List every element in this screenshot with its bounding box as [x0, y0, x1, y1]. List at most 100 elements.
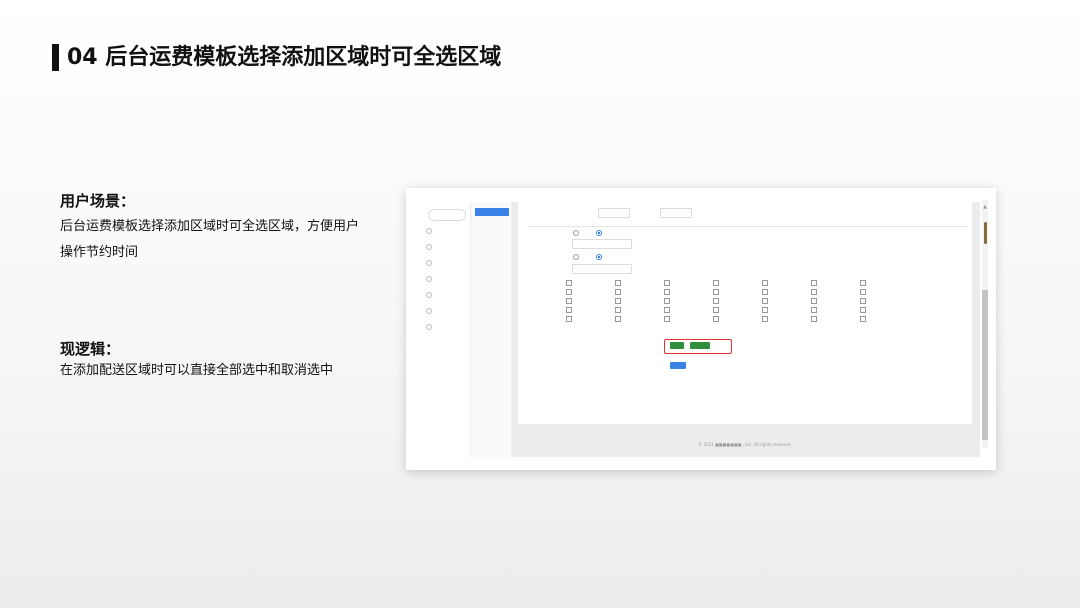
sidebar-item[interactable] [426, 292, 435, 298]
checkbox-icon [566, 289, 572, 295]
submenu-item[interactable] [475, 268, 509, 276]
free-shipping-no[interactable] [596, 230, 604, 236]
region-checkbox[interactable] [713, 316, 721, 322]
checkbox-icon [713, 316, 719, 322]
region-checkbox[interactable] [615, 307, 623, 313]
region-checkbox[interactable] [566, 289, 574, 295]
checkbox-icon [615, 289, 621, 295]
region-checkbox[interactable] [860, 316, 868, 322]
region-checkbox[interactable] [664, 298, 672, 304]
region-checkbox[interactable] [713, 289, 721, 295]
checkbox-icon [664, 316, 670, 322]
submit-button[interactable] [670, 362, 686, 369]
enabled-option[interactable] [573, 254, 581, 260]
sidebar-search-input[interactable] [428, 209, 466, 221]
checkbox-icon [762, 298, 768, 304]
region-checkbox[interactable] [664, 280, 672, 286]
region-checkbox[interactable] [762, 280, 770, 286]
checkbox-icon [664, 298, 670, 304]
free-shipping-yes[interactable] [573, 230, 581, 236]
region-checkbox[interactable] [860, 307, 868, 313]
region-checkbox[interactable] [762, 289, 770, 295]
sidebar-item[interactable] [426, 244, 435, 250]
region-checkbox[interactable] [860, 280, 868, 286]
region-checkbox[interactable] [860, 289, 868, 295]
region-checkbox[interactable] [664, 289, 672, 295]
submenu-item[interactable] [475, 232, 509, 240]
menu-icon [426, 308, 432, 314]
region-checkbox[interactable] [713, 307, 721, 313]
region-checkbox[interactable] [860, 298, 868, 304]
submenu-item[interactable] [475, 208, 509, 216]
region-checkbox[interactable] [811, 298, 819, 304]
radio-icon [573, 230, 579, 236]
region-checkbox[interactable] [566, 298, 574, 304]
region-checkbox[interactable] [615, 280, 623, 286]
region-checkbox[interactable] [664, 307, 672, 313]
submenu-item[interactable] [475, 256, 509, 264]
primary-sidebar [420, 202, 470, 457]
checkbox-icon [762, 280, 768, 286]
amount-input[interactable] [572, 239, 632, 249]
scroll-up-arrow-icon[interactable]: ▲ [983, 204, 987, 210]
scrollbar-thumb[interactable] [982, 290, 988, 440]
sidebar-item[interactable] [426, 308, 435, 314]
sidebar-item[interactable] [426, 228, 435, 234]
region-checkbox[interactable] [566, 307, 574, 313]
checkbox-icon [811, 289, 817, 295]
menu-icon [426, 324, 432, 330]
submenu-item[interactable] [475, 244, 509, 252]
menu-icon [426, 292, 432, 298]
checkbox-icon [566, 316, 572, 322]
sidebar-item[interactable] [426, 276, 435, 282]
title-accent-bar [52, 44, 59, 71]
region-checkbox[interactable] [615, 298, 623, 304]
radio-checked-icon [596, 230, 602, 236]
checkbox-icon [664, 280, 670, 286]
checkbox-icon [566, 307, 572, 313]
menu-icon [426, 260, 432, 266]
submenu-item[interactable] [475, 220, 509, 228]
checkbox-icon [811, 280, 817, 286]
scenario-body: 后台运费模板选择添加区域时可全选区域，方便用户操作节约时间 [60, 219, 360, 260]
region-checkbox[interactable] [811, 280, 819, 286]
region-checkbox[interactable] [762, 298, 770, 304]
checkbox-icon [811, 316, 817, 322]
region-checkbox[interactable] [566, 316, 574, 322]
checkbox-icon [566, 298, 572, 304]
checkbox-icon [713, 280, 719, 286]
slide-title: 04 后台运费模板选择添加区域时可全选区域 [67, 45, 502, 70]
admin-window: © 2021 ■■■■■■■ , Inc. All rights reserve… [420, 202, 980, 457]
region-checkbox[interactable] [762, 316, 770, 322]
logic-body: 在添加配送区域时可以直接全部选中和取消选中 [60, 363, 334, 378]
checkbox-icon [615, 307, 621, 313]
field-a-input[interactable] [598, 208, 630, 218]
sidebar-item[interactable] [426, 324, 435, 330]
checkbox-icon [811, 307, 817, 313]
region-checkbox[interactable] [762, 307, 770, 313]
checkbox-icon [664, 307, 670, 313]
region-checkbox[interactable] [811, 316, 819, 322]
checkbox-icon [762, 316, 768, 322]
section-divider [528, 226, 968, 227]
region-checkbox[interactable] [615, 316, 623, 322]
menu-icon [426, 276, 432, 282]
region-checkbox[interactable] [664, 316, 672, 322]
region-checkbox[interactable] [811, 307, 819, 313]
region-checkbox[interactable] [713, 280, 721, 286]
checkbox-icon [615, 298, 621, 304]
region-checkbox[interactable] [713, 298, 721, 304]
field-b-input[interactable] [660, 208, 692, 218]
region-checkbox[interactable] [566, 280, 574, 286]
count-input[interactable] [572, 264, 632, 274]
region-checkbox[interactable] [615, 289, 623, 295]
checkbox-icon [762, 307, 768, 313]
checkbox-icon [713, 307, 719, 313]
checkbox-icon [615, 316, 621, 322]
checkbox-icon [566, 280, 572, 286]
secondary-sidebar [471, 202, 512, 457]
disabled-option[interactable] [596, 254, 604, 260]
region-checkbox[interactable] [811, 289, 819, 295]
sidebar-item[interactable] [426, 260, 435, 266]
copyright-footer: © 2021 ■■■■■■■ , Inc. All rights reserve… [698, 442, 792, 447]
